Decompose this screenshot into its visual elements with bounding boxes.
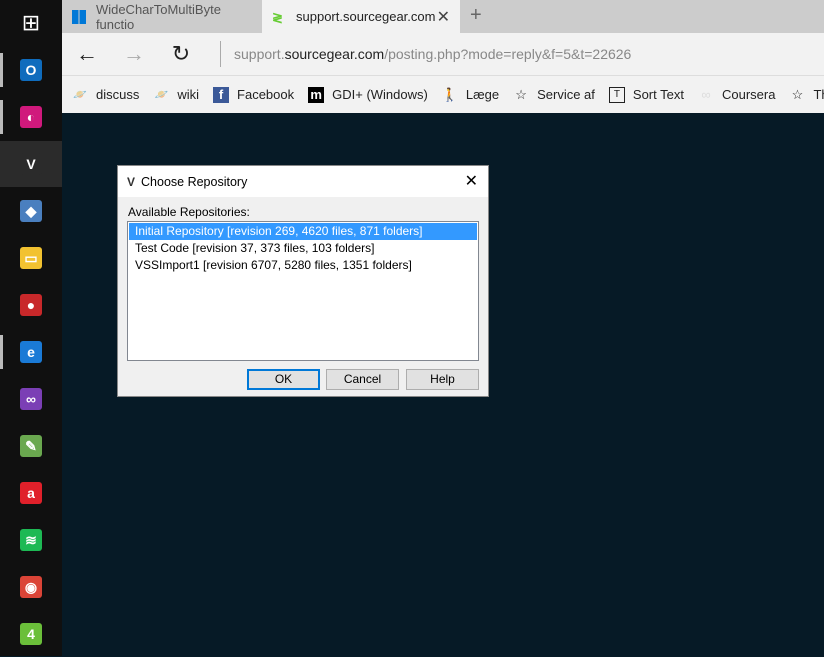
taskbar-item-sourcegear-vault[interactable]: V — [0, 141, 62, 187]
red-circle-app-icon: ● — [20, 294, 42, 316]
planet-icon: 🪐 — [154, 89, 169, 101]
spotify-icon: ≋ — [20, 529, 42, 551]
divider — [220, 41, 221, 67]
file-explorer-icon: ▭ — [20, 247, 42, 269]
repository-list[interactable]: Initial Repository [revision 269, 4620 f… — [127, 221, 479, 361]
taskbar-item-remote-app[interactable]: ◆ — [0, 188, 62, 234]
bookmark-label: GDI+ (Windows) — [332, 87, 428, 102]
bookmark-label: wiki — [177, 87, 200, 102]
vault-icon: V — [127, 174, 136, 189]
facebook-icon: f — [213, 86, 230, 103]
tab-title: support.sourcegear.com — [296, 9, 436, 24]
repositories-label: Available Repositories: — [128, 205, 250, 219]
taskbar-item-chrome[interactable]: ◉ — [0, 564, 62, 610]
close-icon[interactable]: ✕ — [465, 171, 478, 191]
outlook-icon: O — [20, 59, 42, 81]
bookmark-label: Coursera — [721, 87, 776, 102]
navigation-bar: ← → ↻ support.sourcegear.com/posting.php… — [62, 33, 824, 76]
tab-widechar[interactable]: WideCharToMultiByte functio — [62, 0, 262, 33]
dialog-titlebar: V Choose Repository ✕ — [118, 166, 488, 197]
bookmark-item[interactable]: T Sort Text — [608, 86, 684, 103]
taskbar-item-green-4-app[interactable]: 4 — [0, 611, 62, 657]
favorites-bar: 🪐 discuss 🪐 wiki f Facebook m GDI+ (Windows) 🚶 Læ… — [62, 76, 824, 113]
address-bar[interactable]: support.sourcegear.com/posting.php?mode=… — [234, 46, 631, 62]
green-4-app-icon: 4 — [20, 623, 42, 645]
bookmark-label: Facebook — [237, 87, 295, 102]
m-icon: m — [308, 86, 325, 103]
close-tab-icon[interactable]: ✕ — [437, 7, 450, 27]
bookmark-item[interactable]: ☆ Service af — [513, 87, 595, 103]
bookmark-label: The M — [813, 87, 824, 102]
refresh-icon[interactable]: ↻ — [166, 41, 196, 67]
taskbar-item-file-explorer[interactable]: ▭ — [0, 235, 62, 281]
chrome-icon: ◉ — [20, 576, 42, 598]
bookmark-item[interactable]: 🪐 discuss — [72, 87, 139, 103]
taskbar-item-red-circle-app[interactable]: ● — [0, 282, 62, 328]
tab-title: WideCharToMultiByte functio — [95, 1, 221, 32]
taskbar-item-visual-studio[interactable]: ∞ — [0, 376, 62, 422]
repository-item[interactable]: Test Code [revision 37, 373 files, 103 f… — [129, 240, 477, 257]
back-arrow-icon[interactable]: ← — [72, 41, 102, 67]
bookmark-item[interactable]: 🪐 wiki — [153, 87, 200, 103]
notepad-icon: ✎ — [20, 435, 42, 457]
planet-icon: 🪐 — [73, 89, 87, 101]
bookmark-label: Service af — [537, 87, 595, 102]
bookmark-label: Læge — [465, 87, 500, 102]
taskbar-item-planet-app[interactable]: ◐ — [0, 94, 62, 140]
bookmark-item[interactable]: f Facebook — [213, 86, 295, 103]
repository-item[interactable]: Initial Repository [revision 269, 4620 f… — [129, 223, 477, 240]
remote-app-icon: ◆ — [20, 200, 42, 222]
bookmark-item[interactable]: ∞ Coursera — [698, 87, 775, 103]
forward-arrow-icon[interactable]: → — [119, 41, 149, 67]
bookmark-item[interactable]: ☆ The M — [789, 87, 824, 103]
visual-studio-icon: ∞ — [20, 388, 42, 410]
dialog-title: Choose Repository — [141, 174, 248, 189]
choose-repository-dialog: V Choose Repository ✕ Available Reposito… — [117, 165, 489, 397]
star-icon: ☆ — [791, 86, 804, 102]
text-icon: T — [608, 86, 625, 103]
taskbar: ⊞ O ◐ V ◆ ▭ ● e ∞ ✎ a ≋ ◉ 4 — [0, 0, 62, 656]
new-tab-button[interactable]: + — [470, 4, 482, 27]
taskbar-item-start[interactable]: ⊞ — [0, 0, 62, 46]
help-button[interactable]: Help — [406, 369, 479, 390]
infinity-icon: ∞ — [701, 87, 711, 102]
star-icon: ☆ — [515, 86, 527, 102]
red-a-app-icon: a — [20, 482, 42, 504]
tab-bar: WideCharToMultiByte functio ≷ support.so… — [62, 0, 824, 33]
repository-item[interactable]: VSSImport1 [revision 6707, 5280 files, 1… — [129, 257, 477, 274]
bookmark-item[interactable]: m GDI+ (Windows) — [308, 86, 428, 103]
planet-app-icon: ◐ — [20, 106, 42, 128]
sourcegear-vault-icon: V — [20, 153, 42, 175]
start-icon: ⊞ — [20, 10, 42, 35]
taskbar-item-edge[interactable]: e — [0, 329, 62, 375]
bookmark-label: discuss — [96, 87, 140, 102]
ok-button[interactable]: OK — [247, 369, 320, 390]
sourcegear-icon: ≷ — [272, 9, 283, 25]
bookmark-label: Sort Text — [632, 87, 684, 102]
edge-icon: e — [20, 341, 42, 363]
bookmark-item[interactable]: 🚶 Læge — [442, 87, 499, 103]
cancel-button[interactable]: Cancel — [326, 369, 399, 390]
tab-sourcegear[interactable]: ≷ support.sourcegear.com ✕ — [262, 0, 460, 33]
person-icon: 🚶 — [441, 86, 458, 102]
windows-icon — [72, 9, 86, 24]
taskbar-item-red-a-app[interactable]: a — [0, 470, 62, 516]
taskbar-item-notepad[interactable]: ✎ — [0, 423, 62, 469]
taskbar-item-outlook[interactable]: O — [0, 47, 62, 93]
taskbar-item-spotify[interactable]: ≋ — [0, 517, 62, 563]
